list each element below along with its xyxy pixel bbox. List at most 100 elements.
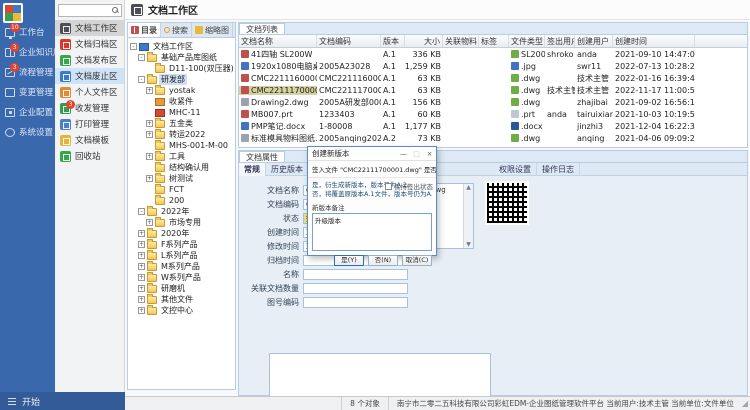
tree-node[interactable]: MHS-001-M-00: [128, 140, 235, 151]
column-header[interactable]: 大小: [405, 35, 443, 47]
tree-node[interactable]: + 研磨机: [128, 283, 235, 294]
table-row[interactable]: 41四轴 SL200W A.1 336 KB SL200W shroko and…: [239, 48, 747, 60]
module-item[interactable]: 文档废止区: [55, 68, 124, 84]
props-inner-tab[interactable]: 操作日志: [537, 163, 580, 176]
tree-expander-icon[interactable]: +: [138, 296, 145, 303]
tree-expander-icon[interactable]: -: [130, 43, 137, 50]
module-item[interactable]: 文档模板: [55, 132, 124, 148]
list-scrollbar[interactable]: ▲ ▼: [463, 184, 473, 248]
field-input[interactable]: [303, 269, 408, 280]
primary-nav-item[interactable]: 企业配置: [0, 102, 55, 122]
resize-grip[interactable]: ◢: [742, 399, 750, 408]
close-icon[interactable]: ×: [423, 148, 436, 160]
tree-node[interactable]: + 文控中心: [128, 305, 235, 316]
tree-node[interactable]: 200: [128, 195, 235, 206]
tree-expander-icon[interactable]: -: [138, 208, 145, 215]
field-input[interactable]: [303, 283, 408, 294]
tree-node[interactable]: - 研发部: [128, 74, 235, 85]
start-button[interactable]: 开始: [0, 392, 125, 410]
tree-expander-icon[interactable]: -: [138, 76, 145, 83]
tree-expander-icon[interactable]: +: [146, 219, 153, 226]
scroll-up-icon[interactable]: ▲: [466, 184, 471, 191]
table-row[interactable]: CMC22111600002.dwg CMC22111600003 A.1 63…: [239, 72, 747, 84]
module-item[interactable]: 个人文件区: [55, 84, 124, 100]
tree-tab[interactable]: 目录: [128, 23, 161, 37]
keep-checkout-checkbox[interactable]: 保持签出状态: [385, 181, 433, 191]
tree-node[interactable]: + 2020年: [128, 228, 235, 239]
column-header[interactable]: 标签: [479, 35, 509, 47]
remark-textarea[interactable]: 升级版本: [312, 213, 432, 251]
no-button[interactable]: 否(N): [368, 255, 398, 266]
column-header[interactable]: 版本: [381, 35, 405, 47]
tree-expander-icon[interactable]: +: [138, 241, 145, 248]
tree-expander-icon[interactable]: +: [146, 120, 153, 127]
table-row[interactable]: MB007.prt 1233403 A.1 60 KB .prt anda ta…: [239, 108, 747, 120]
tree-node[interactable]: D11-100(双压器): [128, 63, 235, 74]
primary-nav-item[interactable]: 企业知识库 3: [0, 42, 55, 62]
search-icon[interactable]: [112, 7, 119, 14]
tree-node[interactable]: + yostak: [128, 85, 235, 96]
file-list-tab[interactable]: 文档列表: [239, 23, 285, 34]
column-header[interactable]: 创建时间: [613, 35, 695, 47]
tree-node[interactable]: + 转运2022: [128, 129, 235, 140]
dialog-titlebar[interactable]: 创建新版本 — □ ×: [308, 147, 436, 161]
tree-expander-icon[interactable]: +: [138, 285, 145, 292]
primary-nav-item[interactable]: 变更管理: [0, 82, 55, 102]
column-header[interactable]: 创建用户: [575, 35, 613, 47]
tree-node[interactable]: + 市场专用: [128, 217, 235, 228]
table-row[interactable]: 标准模具物料图纸.003.dwg 2005anqing202104... A.2…: [239, 132, 747, 144]
column-header[interactable]: 文档名称: [239, 35, 317, 47]
tree-node[interactable]: - 文档工作区: [128, 41, 235, 52]
table-row[interactable]: PMP笔记.docx 1-80008 A.1 1,177 KB .docx ji…: [239, 120, 747, 132]
tree-node[interactable]: - 基础产品库图纸: [128, 52, 235, 63]
cancel-button[interactable]: 取消(C): [402, 255, 432, 266]
props-inner-tab[interactable]: 常规: [239, 163, 266, 176]
column-header[interactable]: 文档编码: [317, 35, 381, 47]
tree-expander-icon[interactable]: +: [138, 274, 145, 281]
tree-node[interactable]: + M系列产品: [128, 261, 235, 272]
tree-node[interactable]: 收紧件: [128, 96, 235, 107]
tree-node[interactable]: 结构确认用: [128, 162, 235, 173]
doc-description-textarea[interactable]: [269, 353, 491, 399]
tree-node[interactable]: + 树测试: [128, 173, 235, 184]
tree-tab[interactable]: 搜索: [161, 23, 192, 37]
tree-node[interactable]: + 工具: [128, 151, 235, 162]
props-inner-tab[interactable]: 权限设置: [494, 163, 537, 176]
field-input[interactable]: [303, 297, 408, 308]
column-header[interactable]: 关联物料: [443, 35, 479, 47]
module-item[interactable]: 3 收发管理: [55, 100, 124, 116]
tree-expander-icon[interactable]: +: [138, 263, 145, 270]
module-item[interactable]: 回收站: [55, 148, 124, 164]
tree-expander-icon[interactable]: +: [138, 307, 145, 314]
tree-expander-icon[interactable]: +: [146, 87, 153, 94]
tree-expander-icon[interactable]: +: [146, 153, 153, 160]
checkbox-icon[interactable]: [385, 183, 392, 190]
yes-button[interactable]: 是(Y): [334, 255, 364, 266]
tree-node[interactable]: FCT: [128, 184, 235, 195]
tree-tab[interactable]: 缩略图: [192, 23, 233, 37]
tree-node[interactable]: + 五金类: [128, 118, 235, 129]
module-item[interactable]: 文档发布区: [55, 52, 124, 68]
tree-expander-icon[interactable]: +: [146, 175, 153, 182]
props-inner-tab[interactable]: 历史版本: [266, 163, 309, 176]
table-row[interactable]: Drawing2.dwg 2005A研发部00007 A.1 156 KB .d…: [239, 96, 747, 108]
tree-expander-icon[interactable]: -: [138, 54, 145, 61]
tree-node[interactable]: + W系列产品: [128, 272, 235, 283]
tree-expander-icon[interactable]: +: [138, 230, 145, 237]
tree-expander-icon[interactable]: +: [138, 252, 145, 259]
primary-nav-item[interactable]: 流程管理 3: [0, 62, 55, 82]
primary-nav-item[interactable]: 工作台 10: [0, 22, 55, 42]
tree-expander-icon[interactable]: +: [146, 131, 153, 138]
minimize-icon[interactable]: —: [397, 148, 410, 160]
tree-node[interactable]: + L系列产品: [128, 250, 235, 261]
tree-node[interactable]: + F系列产品: [128, 239, 235, 250]
props-tab[interactable]: 文档属性: [239, 151, 285, 162]
column-header[interactable]: 文件类型: [509, 35, 545, 47]
scroll-down-icon[interactable]: ▼: [466, 241, 471, 248]
table-row[interactable]: CMC22111700001.dwg CMC22111700001 A.1 63…: [239, 84, 747, 96]
primary-nav-item[interactable]: 系统设置: [0, 122, 55, 142]
tree-node[interactable]: - 2022年: [128, 206, 235, 217]
module-search-input[interactable]: [58, 4, 122, 17]
column-header[interactable]: 签出用户: [545, 35, 575, 47]
module-item[interactable]: 文档归档区: [55, 36, 124, 52]
